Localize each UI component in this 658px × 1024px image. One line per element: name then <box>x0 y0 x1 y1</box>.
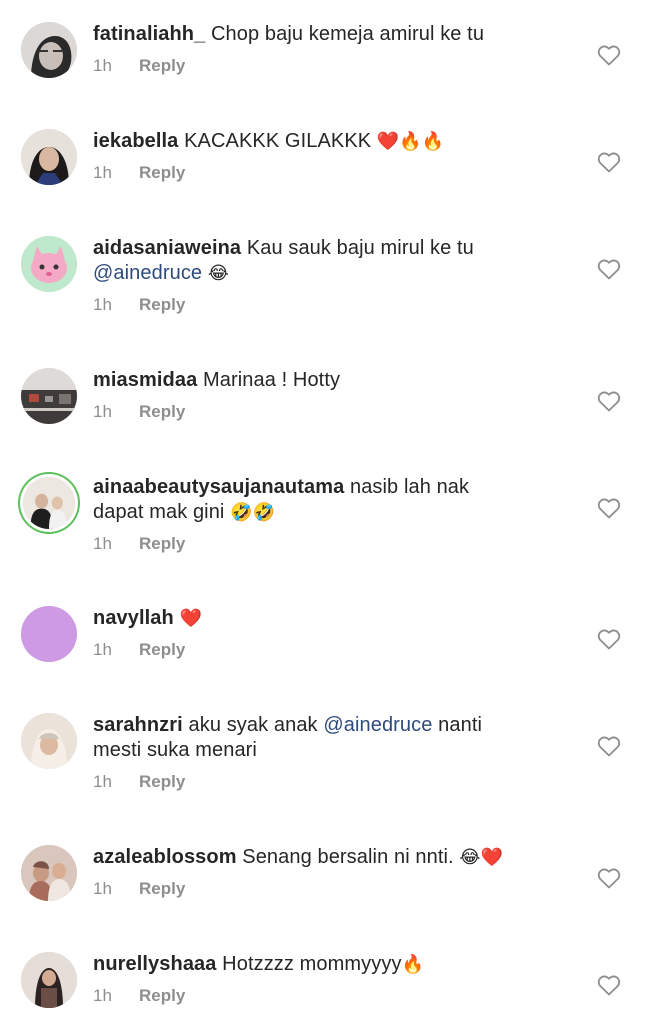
emoji: ❤️🔥🔥 <box>376 131 445 151</box>
avatar[interactable] <box>21 129 77 185</box>
reply-button[interactable]: Reply <box>139 986 185 1005</box>
avatar[interactable] <box>21 22 77 78</box>
emoji: ❤️ <box>179 608 203 628</box>
comment-text: Chop baju kemeja amirul ke tu <box>211 23 485 45</box>
mention-link[interactable]: @ainedruce <box>93 262 202 284</box>
comment-username[interactable]: sarahnzri <box>93 714 183 736</box>
heart-icon[interactable] <box>597 735 621 757</box>
comment-time: 1h <box>93 534 112 553</box>
avatar[interactable] <box>21 845 77 901</box>
comment-text-after-mention: nanti <box>438 714 483 736</box>
comment-text: KACAKKK GILAKKK <box>184 130 372 152</box>
avatar[interactable] <box>21 713 77 769</box>
reply-button[interactable]: Reply <box>139 163 185 182</box>
comment-username[interactable]: aidasaniaweina <box>93 237 241 259</box>
emoji: 😂❤️ <box>459 847 504 867</box>
emoji: 😂 <box>207 263 229 283</box>
comment-time: 1h <box>93 163 112 182</box>
comment-time: 1h <box>93 295 112 314</box>
comments-list: fatinaliahh_ Chop baju kemeja amirul ke … <box>0 0 658 1024</box>
comment-username[interactable]: miasmidaa <box>93 369 197 391</box>
heart-icon[interactable] <box>597 390 621 412</box>
comment-text: nasib lah nak <box>349 476 470 498</box>
comment-username[interactable]: navyllah <box>93 607 174 629</box>
comment-time: 1h <box>93 402 112 421</box>
avatar[interactable] <box>23 477 75 529</box>
mention-link[interactable]: @ainedruce <box>323 714 432 736</box>
avatar[interactable] <box>21 368 77 424</box>
comment-time: 1h <box>93 879 112 898</box>
reply-button[interactable]: Reply <box>139 879 185 898</box>
comment-text-line2: mesti suka menari <box>93 739 257 761</box>
comment-username[interactable]: iekabella <box>93 130 178 152</box>
comment-text: Marinaa ! Hotty <box>202 369 341 391</box>
comment-time: 1h <box>93 986 112 1005</box>
emoji: 🔥 <box>401 954 425 974</box>
avatar[interactable] <box>21 236 77 292</box>
avatar[interactable] <box>21 606 77 662</box>
reply-button[interactable]: Reply <box>139 295 185 314</box>
comment-time: 1h <box>93 640 112 659</box>
emoji: 🤣🤣 <box>230 502 276 522</box>
reply-button[interactable]: Reply <box>139 772 185 791</box>
heart-icon[interactable] <box>597 974 621 996</box>
heart-icon[interactable] <box>597 497 621 519</box>
heart-icon[interactable] <box>597 151 621 173</box>
comment-text: Kau sauk baju mirul ke tu <box>246 237 474 259</box>
reply-button[interactable]: Reply <box>139 402 185 421</box>
reply-button[interactable]: Reply <box>139 534 185 553</box>
reply-button[interactable]: Reply <box>139 640 185 659</box>
comment-text-line2: dapat mak gini <box>93 501 225 523</box>
comment-time: 1h <box>93 56 112 75</box>
comment-username[interactable]: fatinaliahh_ <box>93 23 205 45</box>
comment-text: Hotzzzz mommyyyy <box>222 953 402 975</box>
heart-icon[interactable] <box>597 867 621 889</box>
comment-text: Senang bersalin ni nnti. <box>242 846 454 868</box>
comment-username[interactable]: nurellyshaaa <box>93 953 217 975</box>
comment-username[interactable]: ainaabeautysaujanautama <box>93 476 344 498</box>
heart-icon[interactable] <box>597 628 621 650</box>
comment-username[interactable]: azaleablossom <box>93 846 237 868</box>
heart-icon[interactable] <box>597 44 621 66</box>
comment-time: 1h <box>93 772 112 791</box>
comment-text: aku syak anak <box>188 714 318 736</box>
heart-icon[interactable] <box>597 258 621 280</box>
avatar[interactable] <box>21 952 77 1008</box>
reply-button[interactable]: Reply <box>139 56 185 75</box>
